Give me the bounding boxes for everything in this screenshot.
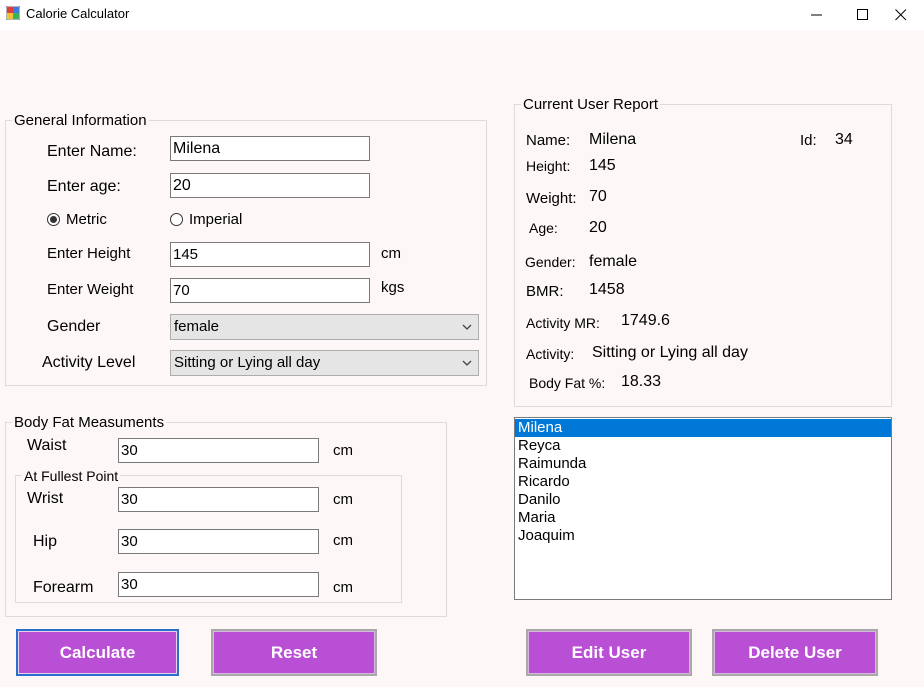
report-age-label: Age: xyxy=(529,220,558,236)
app-icon xyxy=(6,6,20,20)
close-icon xyxy=(895,9,907,21)
gender-label: Gender xyxy=(47,318,101,335)
window-title: Calorie Calculator xyxy=(26,6,130,21)
gender-select[interactable]: female xyxy=(170,314,479,340)
general-information-legend: General Information xyxy=(12,112,149,129)
report-age-value: 20 xyxy=(589,219,607,236)
height-input[interactable]: 145 xyxy=(170,242,370,267)
report-activity-value: Sitting or Lying all day xyxy=(592,344,748,361)
height-label: Enter Height xyxy=(47,245,131,262)
imperial-radio[interactable] xyxy=(170,213,183,226)
minimize-icon xyxy=(811,14,822,16)
weight-label: Enter Weight xyxy=(47,281,134,298)
wrist-label: Wrist xyxy=(27,490,64,507)
report-height-value: 145 xyxy=(589,157,616,174)
reset-button[interactable]: Reset xyxy=(211,629,377,676)
name-label: Enter Name: xyxy=(47,143,137,160)
weight-input[interactable]: 70 xyxy=(170,278,370,303)
edit-user-button[interactable]: Edit User xyxy=(526,629,692,676)
chevron-down-icon xyxy=(462,324,472,330)
forearm-unit: cm xyxy=(333,579,353,596)
body-fat-legend: Body Fat Measuments xyxy=(12,414,167,431)
forearm-label: Forearm xyxy=(33,579,94,596)
metric-label: Metric xyxy=(66,211,107,228)
report-weight-label: Weight: xyxy=(526,190,577,207)
gender-select-value: female xyxy=(174,318,220,335)
calculate-button[interactable]: Calculate xyxy=(16,629,179,676)
weight-unit: kgs xyxy=(381,279,405,296)
report-id-value: 34 xyxy=(835,131,853,148)
name-input[interactable]: Milena xyxy=(170,136,370,161)
list-item[interactable]: Joaquim xyxy=(515,527,891,545)
height-unit: cm xyxy=(381,245,401,262)
age-label: Enter age: xyxy=(47,178,121,195)
title-bar: Calorie Calculator xyxy=(0,0,924,30)
waist-input[interactable]: 30 xyxy=(118,438,319,463)
report-bmr-value: 1458 xyxy=(589,281,625,298)
list-item[interactable]: Raimunda xyxy=(515,455,891,473)
waist-label: Waist xyxy=(27,437,67,454)
report-activity-mr-label: Activity MR: xyxy=(526,315,600,331)
wrist-input[interactable]: 30 xyxy=(118,487,319,512)
report-name-value: Milena xyxy=(589,131,637,148)
users-list-items: Milena Reyca Raimunda Ricardo Danilo Mar… xyxy=(515,418,891,545)
minimize-button[interactable] xyxy=(794,0,840,30)
waist-unit: cm xyxy=(333,442,353,459)
report-activity-mr-value: 1749.6 xyxy=(621,312,670,329)
wrist-unit: cm xyxy=(333,491,353,508)
list-item[interactable]: Maria xyxy=(515,509,891,527)
report-bmr-label: BMR: xyxy=(526,283,564,300)
activity-level-select-value: Sitting or Lying all day xyxy=(174,354,321,371)
report-body-fat-label: Body Fat %: xyxy=(529,375,606,391)
report-gender-label: Gender: xyxy=(525,254,576,270)
forearm-input[interactable]: 30 xyxy=(118,572,319,597)
fullest-point-legend: At Fullest Point xyxy=(22,468,121,484)
delete-user-button[interactable]: Delete User xyxy=(712,629,878,676)
hip-input[interactable]: 30 xyxy=(118,529,319,554)
close-button[interactable] xyxy=(878,0,924,30)
activity-level-label: Activity Level xyxy=(42,354,136,371)
report-activity-label: Activity: xyxy=(526,346,575,362)
hip-unit: cm xyxy=(333,532,353,549)
report-body-fat-value: 18.33 xyxy=(621,373,662,390)
imperial-label: Imperial xyxy=(189,211,243,228)
list-item[interactable]: Milena xyxy=(515,419,891,437)
hip-label: Hip xyxy=(33,533,58,550)
maximize-icon xyxy=(857,9,868,20)
list-item[interactable]: Reyca xyxy=(515,437,891,455)
users-listbox[interactable]: Milena Reyca Raimunda Ricardo Danilo Mar… xyxy=(514,417,892,600)
report-name-label: Name: xyxy=(526,132,571,149)
report-height-label: Height: xyxy=(526,158,571,174)
report-gender-value: female xyxy=(589,253,638,270)
chevron-down-icon xyxy=(462,360,472,366)
age-input[interactable]: 20 xyxy=(170,173,370,198)
report-weight-value: 70 xyxy=(589,188,607,205)
report-id-label: Id: xyxy=(800,132,817,149)
user-report-legend: Current User Report xyxy=(521,96,661,113)
metric-radio[interactable] xyxy=(47,213,60,226)
activity-level-select[interactable]: Sitting or Lying all day xyxy=(170,350,479,376)
list-item[interactable]: Ricardo xyxy=(515,473,891,491)
list-item[interactable]: Danilo xyxy=(515,491,891,509)
